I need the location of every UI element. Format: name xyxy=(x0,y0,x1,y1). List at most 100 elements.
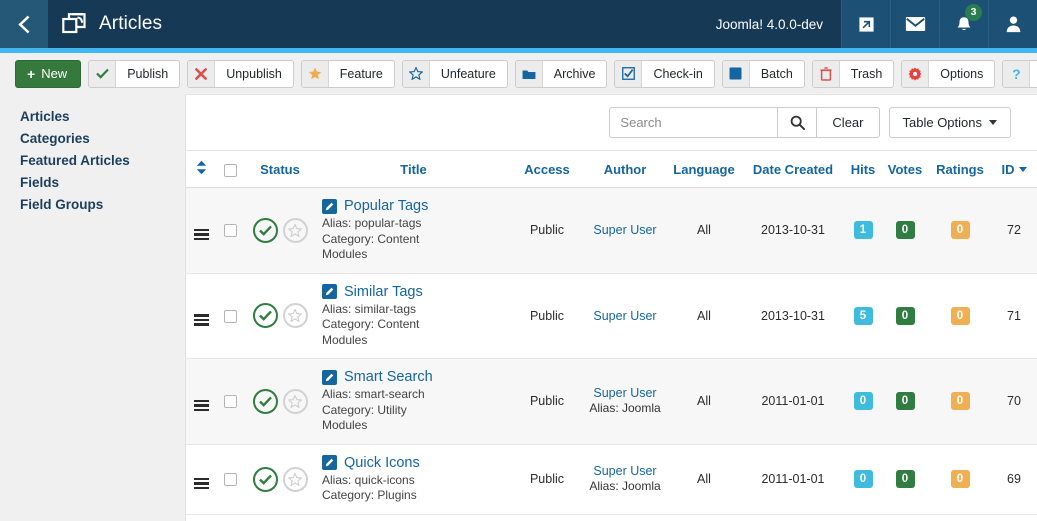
row-checkbox[interactable] xyxy=(223,224,237,238)
clear-button[interactable]: Clear xyxy=(817,107,880,138)
sidebar-item-featured-articles[interactable]: Featured Articles xyxy=(20,150,185,172)
drag-handle-icon[interactable] xyxy=(193,314,209,326)
row-checkbox[interactable] xyxy=(223,473,237,487)
checkin-button-label: Check-in xyxy=(653,66,703,81)
row-checkbox-cell[interactable] xyxy=(216,187,244,274)
star-outline-icon[interactable] xyxy=(282,466,308,492)
table-row[interactable]: Similar Tags Alias: similar-tags Categor… xyxy=(186,273,1037,359)
row-author-cell: Super User xyxy=(583,187,667,274)
row-status-cell xyxy=(244,273,316,359)
drag-handle-icon[interactable] xyxy=(193,228,209,241)
external-link-icon xyxy=(858,16,874,32)
feature-button[interactable]: Feature xyxy=(300,59,395,88)
drag-handle-icon[interactable] xyxy=(193,477,209,489)
edit-article-icon[interactable] xyxy=(322,369,337,385)
author-link[interactable]: Super User xyxy=(583,464,667,478)
author-link[interactable]: Super User xyxy=(583,309,667,323)
sort-desc-icon xyxy=(1018,166,1027,172)
column-select-all[interactable] xyxy=(216,150,244,188)
article-title-link[interactable]: Smart Search xyxy=(344,369,433,385)
column-ordering[interactable] xyxy=(186,150,216,188)
column-status[interactable]: Status xyxy=(244,150,316,188)
search-input[interactable] xyxy=(609,107,778,138)
archive-button[interactable]: Archive xyxy=(514,59,608,88)
star-outline-icon[interactable] xyxy=(282,303,308,329)
column-id[interactable]: ID xyxy=(991,150,1037,188)
select-all-checkbox[interactable] xyxy=(223,163,237,177)
votes-badge: 0 xyxy=(895,306,915,325)
help-button[interactable]: ? Help xyxy=(1002,59,1037,88)
help-button-label: Help xyxy=(1030,61,1037,87)
column-ratings[interactable]: Ratings xyxy=(929,150,991,188)
row-drag-cell[interactable] xyxy=(186,273,216,359)
unpublish-button-label: Unpublish xyxy=(226,66,282,81)
row-title-cell: Similar Tags Alias: similar-tags Categor… xyxy=(316,273,511,359)
author-link[interactable]: Super User xyxy=(583,386,667,400)
unpublish-button[interactable]: Unpublish xyxy=(187,59,294,88)
article-title-link[interactable]: Similar Tags xyxy=(344,284,423,300)
trash-button[interactable]: Trash xyxy=(811,59,895,88)
row-checkbox-cell[interactable] xyxy=(216,273,244,359)
column-author[interactable]: Author xyxy=(583,150,667,188)
edit-article-icon[interactable] xyxy=(322,284,337,299)
checkin-button[interactable]: Check-in xyxy=(614,59,715,88)
row-checkbox[interactable] xyxy=(223,395,237,409)
new-button[interactable]: + New xyxy=(15,59,82,88)
unfeature-button[interactable]: Unfeature xyxy=(401,59,508,88)
edit-article-icon[interactable] xyxy=(322,455,337,470)
edit-article-icon[interactable] xyxy=(322,198,337,214)
row-checkbox-cell[interactable] xyxy=(216,444,244,515)
column-hits[interactable]: Hits xyxy=(845,150,881,188)
publish-button[interactable]: Publish xyxy=(88,59,181,88)
options-button[interactable]: Options xyxy=(901,59,996,88)
table-row[interactable]: Smart Search Alias: smart-search Categor… xyxy=(186,358,1037,445)
drag-handle-icon[interactable] xyxy=(193,399,209,412)
article-category: Category: Content Modules xyxy=(322,231,420,262)
sidebar-item-articles[interactable]: Articles xyxy=(20,106,185,128)
back-button[interactable] xyxy=(0,0,48,48)
notifications-button[interactable]: 3 xyxy=(939,0,988,48)
star-solid-icon xyxy=(301,60,329,87)
article-title-link[interactable]: Popular Tags xyxy=(344,198,428,214)
published-check-icon[interactable] xyxy=(252,388,278,414)
row-status-cell xyxy=(244,187,316,274)
row-status-cell xyxy=(244,358,316,445)
sidebar-item-field-groups[interactable]: Field Groups xyxy=(20,194,185,216)
table-options-button[interactable]: Table Options xyxy=(888,107,1011,138)
row-drag-cell[interactable] xyxy=(186,358,216,445)
user-menu-button[interactable] xyxy=(988,0,1037,48)
square-icon xyxy=(722,60,750,87)
batch-button[interactable]: Batch xyxy=(721,59,805,88)
ratings-badge: 0 xyxy=(950,221,970,240)
row-access: Public xyxy=(511,444,583,515)
row-drag-cell[interactable] xyxy=(186,187,216,274)
row-checkbox-cell[interactable] xyxy=(216,358,244,445)
article-category: Category: Utility Modules xyxy=(322,402,407,433)
row-hits-cell: 1 xyxy=(845,187,881,274)
star-outline-icon[interactable] xyxy=(282,217,308,243)
published-check-icon[interactable] xyxy=(252,466,278,492)
table-row[interactable]: Popular Tags Alias: popular-tags Categor… xyxy=(186,187,1037,274)
table-row[interactable]: Quick Icons Alias: quick-icons Category:… xyxy=(186,444,1037,515)
search-submit-button[interactable] xyxy=(777,107,818,138)
messages-button[interactable] xyxy=(890,0,939,48)
column-date-created[interactable]: Date Created xyxy=(741,150,845,188)
row-checkbox[interactable] xyxy=(223,309,237,323)
star-outline-icon[interactable] xyxy=(282,388,308,414)
page-title: Articles xyxy=(99,13,163,34)
published-check-icon[interactable] xyxy=(252,217,278,243)
sidebar-item-fields[interactable]: Fields xyxy=(20,172,185,194)
column-votes[interactable]: Votes xyxy=(881,150,929,188)
row-access: Public xyxy=(511,273,583,359)
column-language[interactable]: Language xyxy=(667,150,741,188)
column-access[interactable]: Access xyxy=(511,150,583,188)
article-title-link[interactable]: Quick Icons xyxy=(344,455,420,471)
question-icon: ? xyxy=(1003,60,1031,87)
row-drag-cell[interactable] xyxy=(186,444,216,515)
sidebar-item-categories[interactable]: Categories xyxy=(20,128,185,150)
published-check-icon[interactable] xyxy=(252,303,278,329)
preview-site-button[interactable] xyxy=(841,0,890,48)
column-title[interactable]: Title xyxy=(316,150,511,188)
author-link[interactable]: Super User xyxy=(583,223,667,237)
app-header: Articles Joomla! 4.0.0-dev 3 xyxy=(0,0,1037,48)
